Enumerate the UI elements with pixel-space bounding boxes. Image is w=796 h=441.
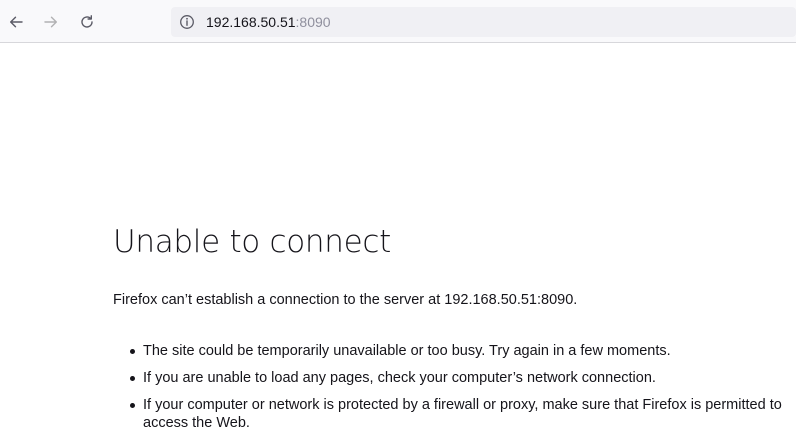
list-item: If your computer or network is protected… — [113, 396, 796, 432]
reload-button[interactable] — [72, 7, 102, 37]
forward-button[interactable] — [36, 7, 66, 37]
error-suggestions: The site could be temporarily unavailabl… — [113, 342, 796, 441]
url-host: 192.168.50.51 — [206, 14, 296, 30]
error-page: Unable to connect Firefox can’t establis… — [113, 222, 796, 431]
error-title: Unable to connect — [113, 224, 392, 260]
suggestion-text: If your computer or network is protected… — [143, 397, 782, 431]
back-arrow-icon — [10, 16, 23, 28]
address-bar[interactable]: 192.168.50.51:8090 — [171, 7, 796, 37]
suggestion-text: The site could be temporarily unavailabl… — [143, 343, 671, 359]
list-item: The site could be temporarily unavailabl… — [113, 342, 796, 360]
url-port: :8090 — [295, 14, 331, 30]
list-item: If you are unable to load any pages, che… — [113, 369, 796, 387]
browser-toolbar: 192.168.50.51:8090 — [0, 0, 796, 43]
info-icon[interactable] — [179, 14, 195, 30]
back-button[interactable] — [1, 7, 31, 37]
suggestion-text: If you are unable to load any pages, che… — [143, 370, 656, 386]
url-text[interactable]: 192.168.50.51:8090 — [206, 14, 331, 31]
forward-arrow-icon — [44, 16, 57, 28]
error-description: Firefox can’t establish a connection to … — [113, 292, 578, 308]
bullet-icon — [130, 376, 135, 381]
bullet-icon — [130, 349, 135, 354]
reload-icon — [81, 15, 93, 28]
bullet-icon — [130, 403, 135, 408]
